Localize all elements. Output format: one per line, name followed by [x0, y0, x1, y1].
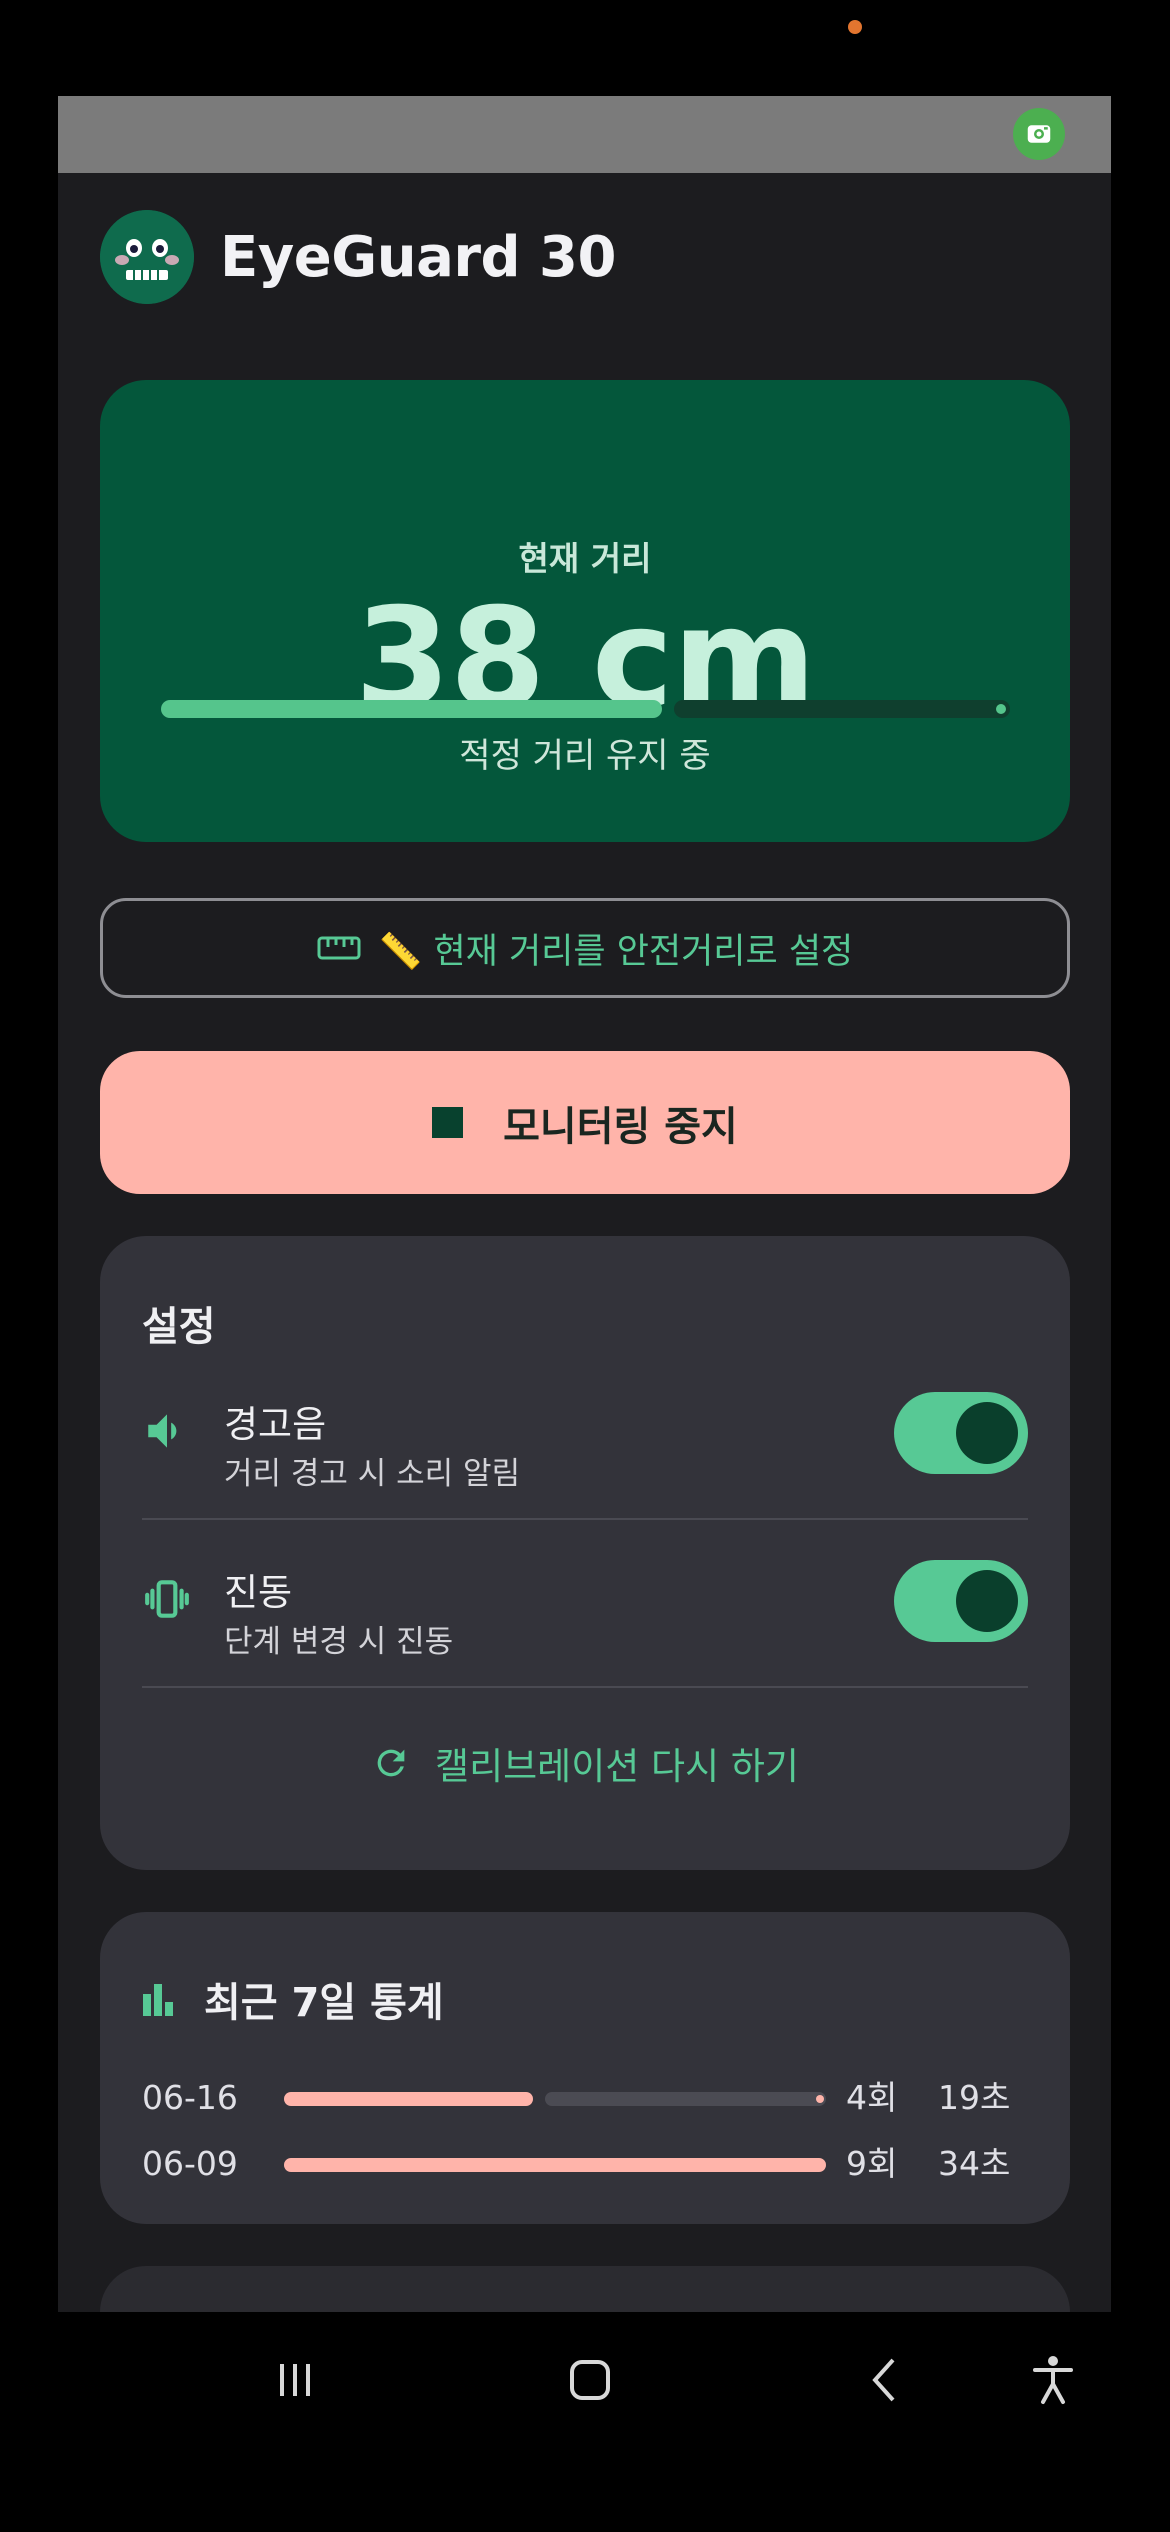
app-header: EyeGuard 30: [100, 210, 617, 304]
vibration-icon: [145, 1580, 189, 1618]
distance-progress-fill: [161, 700, 662, 718]
stop-monitoring-button[interactable]: 모니터링 중지: [100, 1051, 1070, 1194]
stat-date: 06-16: [142, 2078, 238, 2117]
app-screen: EyeGuard 30 현재 거리 38 cm 적정 거리 유지 중 📏 현재 …: [58, 96, 1111, 2312]
distance-card: 현재 거리 38 cm 적정 거리 유지 중: [100, 380, 1070, 842]
stat-bar: [284, 2158, 826, 2172]
recent-apps-button[interactable]: [265, 2350, 325, 2410]
settings-title: 설정: [142, 1304, 216, 1350]
setting-title-vibration: 진동: [224, 1571, 293, 1614]
back-button[interactable]: [855, 2350, 915, 2410]
stats-title: 최근 7일 통계: [204, 1980, 444, 2026]
system-nav-bar: [0, 2312, 1170, 2532]
setting-row-vibration: 진동 단계 변경 시 진동: [142, 1522, 1028, 1688]
toggle-knob: [956, 1402, 1018, 1464]
stat-bar-fill: [284, 2092, 533, 2106]
app-title: EyeGuard 30: [220, 224, 617, 290]
progress-end-dot: [996, 704, 1006, 714]
recent-apps-icon: [280, 2364, 310, 2396]
camera-button[interactable]: [1013, 108, 1065, 160]
stat-bar-fill: [284, 2158, 826, 2172]
stats-header: 최근 7일 통계: [142, 1970, 444, 2028]
app-logo-icon: [100, 210, 194, 304]
stats-card: 최근 7일 통계 06-16 4회 19초 06-09 9회 34초: [100, 1912, 1070, 2224]
accessibility-button[interactable]: [1023, 2350, 1083, 2410]
stat-row: 06-16 4회 19초: [142, 2076, 1028, 2120]
stat-bar: [284, 2092, 826, 2106]
ruler-icon: [317, 936, 361, 960]
accessibility-icon: [1033, 2356, 1073, 2404]
camera-icon: [1027, 125, 1051, 143]
distance-progress-track: [674, 700, 1010, 718]
sound-toggle[interactable]: [894, 1392, 1028, 1474]
stat-bar-end-dot: [816, 2095, 824, 2103]
toggle-knob: [956, 1570, 1018, 1632]
home-button[interactable]: [560, 2350, 620, 2410]
setting-title-sound: 경고음: [224, 1403, 327, 1446]
next-card: [100, 2266, 1070, 2312]
recalibrate-label: 캘리브레이션 다시 하기: [435, 1745, 799, 1788]
volume-icon: [148, 1414, 177, 1448]
stop-icon: [432, 1107, 464, 1138]
back-icon: [872, 2358, 895, 2402]
stat-count: 9회: [846, 2144, 898, 2183]
setting-row-sound: 경고음 거리 경고 시 소리 알림: [142, 1354, 1028, 1520]
camera-indicator: [848, 20, 862, 34]
distance-status: 적정 거리 유지 중: [459, 736, 711, 776]
setting-desc-vibration: 단계 변경 시 진동: [224, 1624, 454, 1660]
stat-row: 06-09 9회 34초: [142, 2142, 1028, 2186]
settings-card: 설정 경고음 거리 경고 시 소리 알림 진동 단계 변경 시 진동 캘리브레이…: [100, 1236, 1070, 1870]
refresh-icon: [377, 1749, 405, 1777]
distance-label: 현재 거리: [518, 539, 652, 578]
setting-desc-sound: 거리 경고 시 소리 알림: [224, 1456, 521, 1492]
stat-count: 4회: [846, 2078, 898, 2117]
stat-time: 34초: [938, 2144, 1011, 2183]
home-icon: [570, 2360, 610, 2400]
stop-monitoring-label: 모니터링 중지: [503, 1103, 738, 1150]
set-safe-distance-button[interactable]: 📏 현재 거리를 안전거리로 설정: [100, 898, 1070, 998]
recalibrate-button[interactable]: 캘리브레이션 다시 하기: [100, 1736, 1070, 1790]
distance-progress-bar: [161, 700, 1010, 718]
stat-bar-track: [545, 2092, 826, 2106]
stat-date: 06-09: [142, 2144, 238, 2183]
bar-chart-icon: [143, 1984, 173, 2016]
stat-time: 19초: [938, 2078, 1011, 2117]
set-safe-distance-label: 📏 현재 거리를 안전거리로 설정: [378, 931, 854, 972]
top-bar: [58, 96, 1111, 173]
vibration-toggle[interactable]: [894, 1560, 1028, 1642]
